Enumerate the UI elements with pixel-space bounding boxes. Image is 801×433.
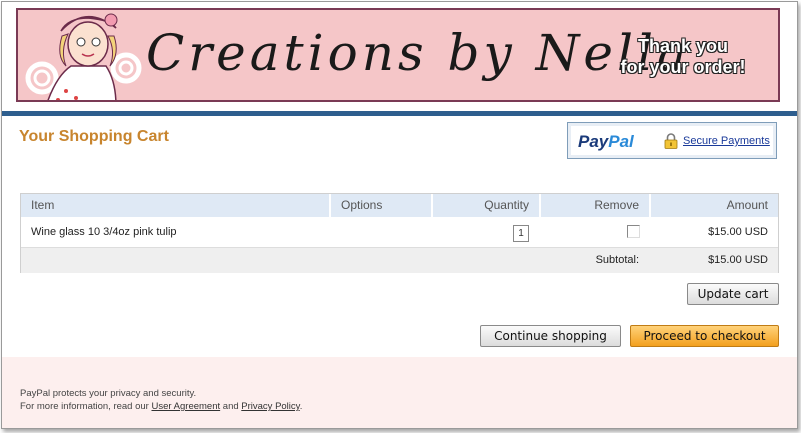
- paypal-logo-pay: Pay: [578, 132, 609, 151]
- column-header-item: Item: [21, 194, 331, 217]
- footer-period: .: [299, 401, 303, 412]
- lock-icon: [664, 133, 678, 149]
- table-header: Item Options Quantity Remove Amount: [21, 194, 778, 217]
- privacy-notice: PayPal protects your privacy and securit…: [20, 388, 197, 399]
- cart-table: Item Options Quantity Remove Amount Wine…: [20, 193, 779, 273]
- column-header-amount: Amount: [726, 198, 768, 212]
- update-cart-button[interactable]: Update cart: [687, 283, 779, 305]
- proceed-to-checkout-button[interactable]: Proceed to checkout: [630, 325, 779, 347]
- thank-you-message: Thank you for your order!: [598, 36, 768, 78]
- item-amount: $15.00 USD: [708, 226, 768, 238]
- subtotal-value: $15.00 USD: [708, 254, 768, 266]
- remove-checkbox[interactable]: [627, 225, 640, 238]
- page-title: Your Shopping Cart: [19, 128, 169, 145]
- paypal-secure-badge: PayPal Secure Payments: [567, 122, 777, 159]
- footer-info-prefix: For more information, read our: [20, 401, 149, 412]
- column-header-quantity: Quantity: [433, 194, 541, 217]
- secure-payments-link[interactable]: Secure Payments: [683, 135, 770, 147]
- continue-shopping-button[interactable]: Continue shopping: [480, 325, 621, 347]
- item-name: Wine glass 10 3/4oz pink tulip: [31, 226, 177, 238]
- paypal-cart-window: Creations by Nella Thank you for your or…: [1, 1, 798, 429]
- subtotal-row: Subtotal: $15.00 USD: [21, 247, 778, 273]
- header-banner-area: Creations by Nella Thank you for your or…: [2, 2, 797, 116]
- paypal-logo: PayPal: [578, 132, 634, 152]
- privacy-policy-link[interactable]: Privacy Policy: [241, 401, 299, 412]
- shop-banner: Creations by Nella Thank you for your or…: [16, 8, 780, 102]
- footer-info-line: For more information, read our User Agre…: [20, 400, 302, 413]
- table-row: Wine glass 10 3/4oz pink tulip 1 $15.00 …: [21, 218, 778, 246]
- subtotal-label: Subtotal:: [595, 254, 639, 266]
- column-header-remove: Remove: [541, 194, 651, 217]
- footer: PayPal protects your privacy and securit…: [2, 357, 797, 428]
- thank-you-line-1: Thank you: [637, 36, 728, 56]
- thank-you-line-2: for your order!: [620, 57, 746, 77]
- paypal-logo-pal: Pal: [608, 132, 634, 151]
- footer-and: and: [222, 401, 239, 412]
- girl-illustration-logo: [25, 13, 142, 100]
- header-divider: [2, 111, 797, 116]
- column-header-options: Options: [331, 194, 433, 217]
- user-agreement-link[interactable]: User Agreement: [151, 401, 220, 412]
- quantity-input[interactable]: 1: [513, 225, 529, 242]
- footer-text: PayPal protects your privacy and securit…: [20, 387, 302, 413]
